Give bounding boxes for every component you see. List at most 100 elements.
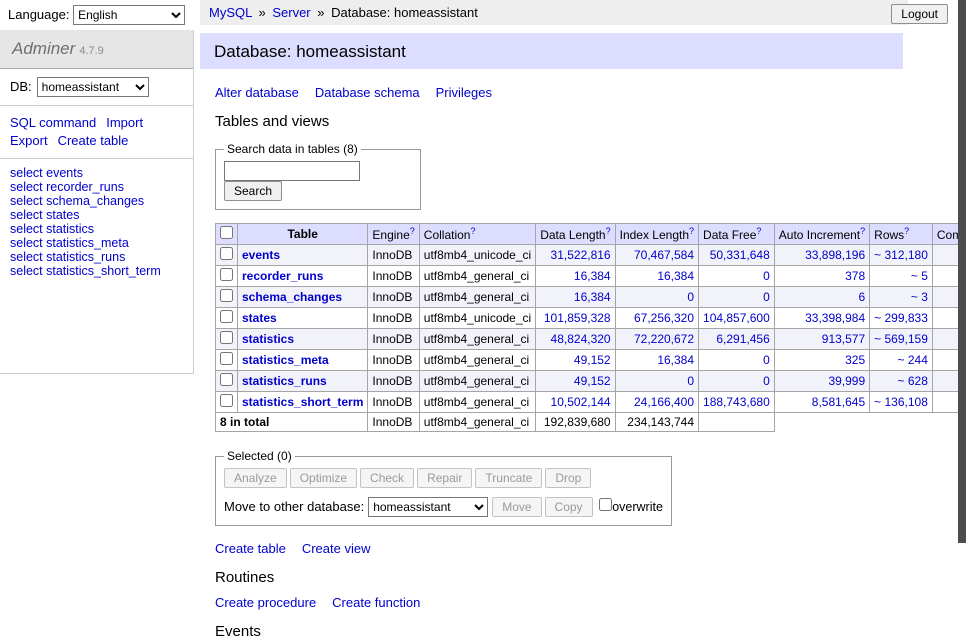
sidebar-table-link-statistics-meta[interactable]: select statistics_meta bbox=[10, 236, 129, 250]
select-all-checkbox[interactable] bbox=[220, 226, 233, 239]
index-length-link[interactable]: 16,384 bbox=[657, 269, 694, 283]
help-link[interactable]: ? bbox=[606, 226, 611, 236]
row-checkbox[interactable] bbox=[220, 268, 233, 281]
rows-link[interactable]: ~ 3 bbox=[911, 290, 928, 304]
index-length-link[interactable]: 0 bbox=[687, 290, 694, 304]
action-link-privileges[interactable]: Privileges bbox=[436, 85, 492, 100]
index-length-link[interactable]: 16,384 bbox=[657, 353, 694, 367]
table-link-events[interactable]: events bbox=[242, 248, 280, 262]
scrollbar[interactable] bbox=[958, 0, 966, 543]
rows-link[interactable]: ~ 569,159 bbox=[874, 332, 928, 346]
row-checkbox[interactable] bbox=[220, 247, 233, 260]
sidebar-table-link-statistics-short-term[interactable]: select statistics_short_term bbox=[10, 264, 161, 278]
rows-link[interactable]: ~ 5 bbox=[911, 269, 928, 283]
rows-link[interactable]: ~ 136,108 bbox=[874, 395, 928, 409]
index-length-link[interactable]: 72,220,672 bbox=[634, 332, 694, 346]
optimize-button[interactable]: Optimize bbox=[290, 468, 357, 488]
auto-increment-link[interactable]: 8,581,645 bbox=[812, 395, 865, 409]
create-view-link[interactable]: Create view bbox=[302, 541, 371, 556]
action-link-alter-database[interactable]: Alter database bbox=[215, 85, 299, 100]
language-select[interactable]: English bbox=[73, 5, 185, 25]
analyze-button[interactable]: Analyze bbox=[224, 468, 287, 488]
data-free-link[interactable]: 188,743,680 bbox=[703, 395, 770, 409]
sidebar-table-link-statistics-runs[interactable]: select statistics_runs bbox=[10, 250, 125, 264]
sidebar-table-link-statistics[interactable]: select statistics bbox=[10, 222, 94, 236]
auto-increment-link[interactable]: 33,398,984 bbox=[805, 311, 865, 325]
sidebar-table-link-states[interactable]: select states bbox=[10, 208, 79, 222]
sidebar-link-sql-command[interactable]: SQL command bbox=[10, 115, 96, 130]
table-link-statistics-runs[interactable]: statistics_runs bbox=[242, 374, 327, 388]
breadcrumb-server[interactable]: Server bbox=[272, 5, 310, 20]
data-length-link[interactable]: 101,859,328 bbox=[544, 311, 611, 325]
auto-increment-link[interactable]: 39,999 bbox=[828, 374, 865, 388]
index-length-link[interactable]: 67,256,320 bbox=[634, 311, 694, 325]
row-checkbox[interactable] bbox=[220, 352, 233, 365]
data-free-link[interactable]: 0 bbox=[763, 290, 770, 304]
move-button[interactable]: Move bbox=[492, 497, 541, 517]
sidebar-link-create-table[interactable]: Create table bbox=[58, 133, 129, 148]
check-button[interactable]: Check bbox=[360, 468, 414, 488]
data-length-link[interactable]: 10,502,144 bbox=[551, 395, 611, 409]
sidebar-link-export[interactable]: Export bbox=[10, 133, 48, 148]
data-length-link[interactable]: 16,384 bbox=[574, 290, 611, 304]
rows-link[interactable]: ~ 312,180 bbox=[874, 248, 928, 262]
sidebar-table-link-recorder-runs[interactable]: select recorder_runs bbox=[10, 180, 124, 194]
help-link[interactable]: ? bbox=[860, 226, 865, 236]
sidebar-table-link-events[interactable]: select events bbox=[10, 166, 83, 180]
create-function-link[interactable]: Create function bbox=[332, 595, 420, 610]
row-checkbox[interactable] bbox=[220, 310, 233, 323]
create-table-link[interactable]: Create table bbox=[215, 541, 286, 556]
action-link-database-schema[interactable]: Database schema bbox=[315, 85, 420, 100]
data-length-link[interactable]: 49,152 bbox=[574, 374, 611, 388]
table-link-statistics-short-term[interactable]: statistics_short_term bbox=[242, 395, 363, 409]
sidebar-link-import[interactable]: Import bbox=[106, 115, 143, 130]
breadcrumb-mysql[interactable]: MySQL bbox=[209, 5, 252, 20]
overwrite-checkbox[interactable] bbox=[599, 498, 612, 511]
table-link-statistics[interactable]: statistics bbox=[242, 332, 294, 346]
data-free-link[interactable]: 104,857,600 bbox=[703, 311, 770, 325]
help-link[interactable]: ? bbox=[756, 226, 761, 236]
help-link[interactable]: ? bbox=[470, 226, 475, 236]
table-link-states[interactable]: states bbox=[242, 311, 277, 325]
copy-button[interactable]: Copy bbox=[545, 497, 593, 517]
search-input[interactable] bbox=[224, 161, 360, 181]
search-button[interactable]: Search bbox=[224, 181, 282, 201]
repair-button[interactable]: Repair bbox=[417, 468, 472, 488]
data-length-link[interactable]: 48,824,320 bbox=[551, 332, 611, 346]
data-free-link[interactable]: 6,291,456 bbox=[716, 332, 769, 346]
data-length-link[interactable]: 16,384 bbox=[574, 269, 611, 283]
table-link-schema-changes[interactable]: schema_changes bbox=[242, 290, 342, 304]
auto-increment-link[interactable]: 325 bbox=[845, 353, 865, 367]
index-length-link[interactable]: 24,166,400 bbox=[634, 395, 694, 409]
auto-increment-link[interactable]: 378 bbox=[845, 269, 865, 283]
rows-link[interactable]: ~ 244 bbox=[898, 353, 928, 367]
data-length-link[interactable]: 49,152 bbox=[574, 353, 611, 367]
data-free-link[interactable]: 0 bbox=[763, 269, 770, 283]
logout-button[interactable]: Logout bbox=[891, 4, 948, 24]
create-procedure-link[interactable]: Create procedure bbox=[215, 595, 316, 610]
data-length-link[interactable]: 31,522,816 bbox=[551, 248, 611, 262]
sidebar-table-link-schema-changes[interactable]: select schema_changes bbox=[10, 194, 144, 208]
drop-button[interactable]: Drop bbox=[545, 468, 591, 488]
table-link-statistics-meta[interactable]: statistics_meta bbox=[242, 353, 329, 367]
truncate-button[interactable]: Truncate bbox=[475, 468, 542, 488]
data-free-link[interactable]: 50,331,648 bbox=[710, 248, 770, 262]
help-link[interactable]: ? bbox=[904, 226, 909, 236]
rows-link[interactable]: ~ 299,833 bbox=[874, 311, 928, 325]
help-link[interactable]: ? bbox=[410, 226, 415, 236]
auto-increment-link[interactable]: 6 bbox=[858, 290, 865, 304]
table-link-recorder-runs[interactable]: recorder_runs bbox=[242, 269, 323, 283]
row-checkbox[interactable] bbox=[220, 289, 233, 302]
db-select[interactable]: homeassistant bbox=[37, 77, 149, 97]
data-free-link[interactable]: 0 bbox=[763, 374, 770, 388]
row-checkbox[interactable] bbox=[220, 373, 233, 386]
rows-link[interactable]: ~ 628 bbox=[898, 374, 928, 388]
help-link[interactable]: ? bbox=[689, 226, 694, 236]
index-length-link[interactable]: 0 bbox=[687, 374, 694, 388]
data-free-link[interactable]: 0 bbox=[763, 353, 770, 367]
row-checkbox[interactable] bbox=[220, 394, 233, 407]
auto-increment-link[interactable]: 913,577 bbox=[822, 332, 865, 346]
auto-increment-link[interactable]: 33,898,196 bbox=[805, 248, 865, 262]
index-length-link[interactable]: 70,467,584 bbox=[634, 248, 694, 262]
row-checkbox[interactable] bbox=[220, 331, 233, 344]
